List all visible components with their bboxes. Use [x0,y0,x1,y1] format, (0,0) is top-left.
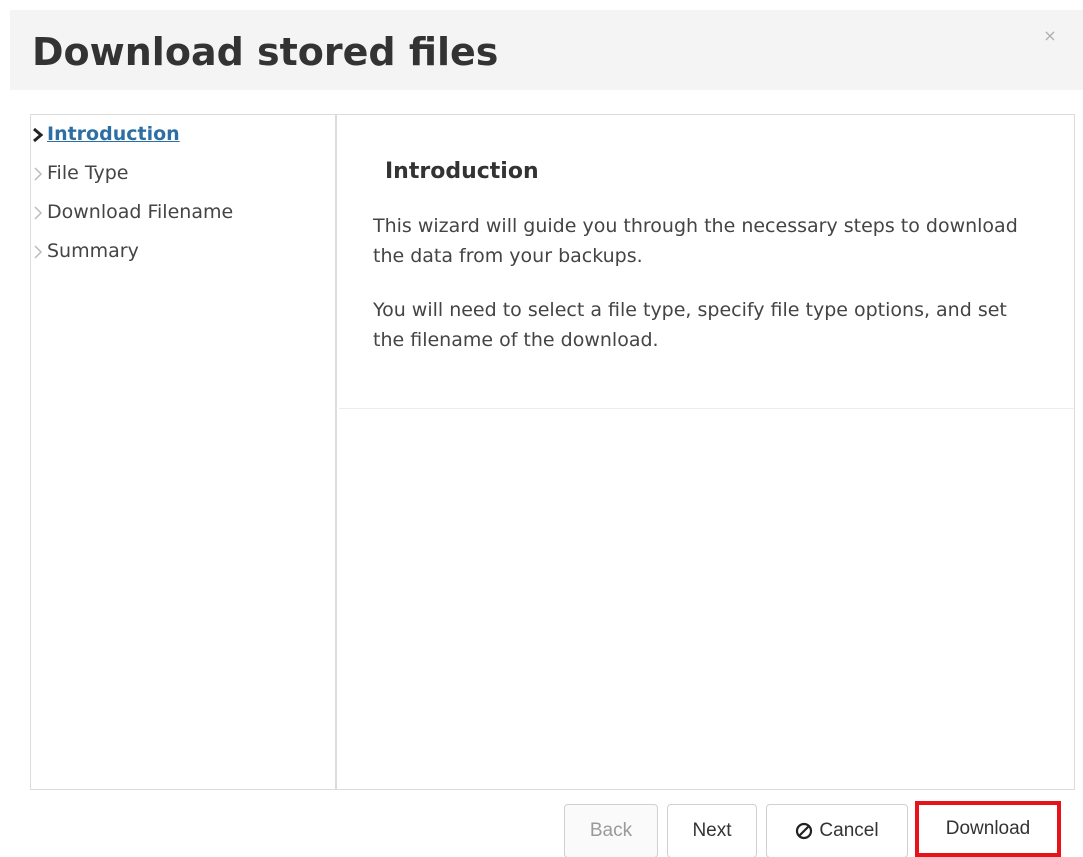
download-button[interactable]: Download [915,801,1061,857]
chevron-right-icon [34,206,43,220]
step-content: Introduction This wizard will guide you … [339,115,1074,409]
next-button[interactable]: Next [667,804,757,857]
step-summary[interactable]: Summary [31,236,139,266]
step-label: Download Filename [47,201,234,223]
content-title: Introduction [385,159,539,184]
dialog-title: Download stored files [32,30,499,74]
back-button-label: Back [589,820,633,841]
step-download-filename[interactable]: Download Filename [31,197,233,227]
wizard-panel: Introduction File Type Download Filename… [30,114,1075,790]
instructions-paragraph: You will need to select a file type, spe… [373,299,1007,351]
next-button-label: Next [692,820,732,841]
chevron-right-icon [34,245,43,259]
step-label: File Type [47,162,129,184]
cancel-button[interactable]: Cancel [766,804,908,857]
step-label: Summary [47,240,139,262]
chevron-right-icon [33,127,44,143]
step-file-type[interactable]: File Type [31,158,128,188]
intro-paragraph: This wizard will guide you through the n… [373,215,1018,267]
download-button-label: Download [945,818,1031,839]
wizard-steps-sidebar: Introduction File Type Download Filename… [31,115,337,789]
cancel-button-label: Cancel [819,820,879,841]
close-icon[interactable]: × [1040,26,1060,46]
dialog-header: Download stored files [10,10,1083,90]
step-introduction[interactable]: Introduction [31,119,180,149]
ban-icon [796,822,813,840]
step-label: Introduction [47,123,180,145]
chevron-right-icon [34,167,43,181]
back-button[interactable]: Back [564,804,658,857]
